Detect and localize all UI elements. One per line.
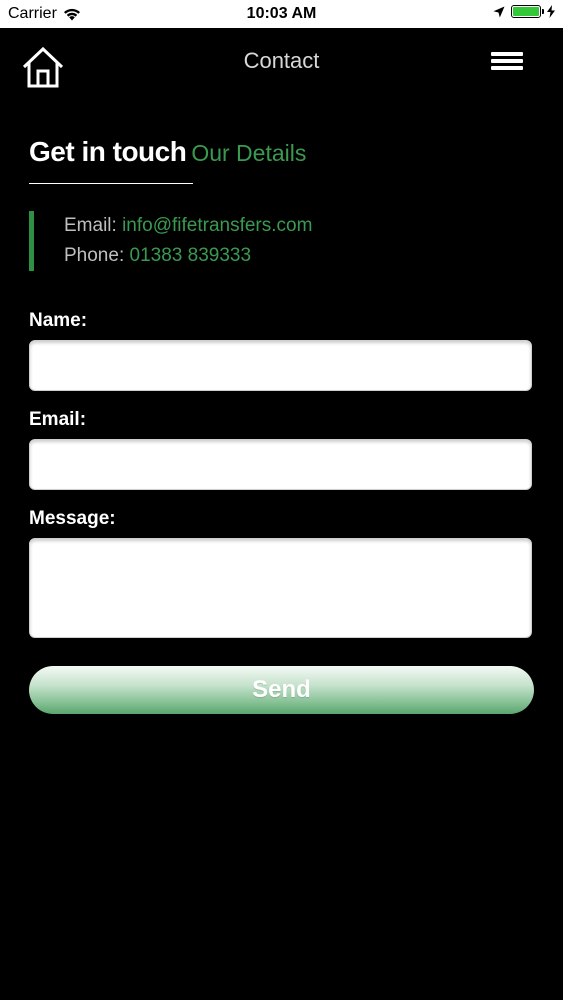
page-title: Contact	[243, 48, 320, 73]
battery-level	[513, 7, 539, 16]
hamburger-menu-icon	[491, 52, 525, 70]
phone-link[interactable]: 01383 839333	[130, 245, 252, 266]
status-time: 10:03 AM	[246, 5, 317, 22]
email-field[interactable]	[29, 439, 532, 490]
message-label: Message:	[29, 508, 116, 529]
heading-title: Get in touch	[29, 136, 187, 167]
heading-subtitle: Our Details	[191, 140, 307, 166]
message-field[interactable]	[29, 538, 532, 638]
contact-details: Email: info@fifetransfers.com Phone: 013…	[29, 211, 312, 271]
email-detail-label: Email:	[64, 215, 117, 236]
battery-icon	[511, 5, 544, 18]
location-arrow-icon	[493, 6, 505, 17]
status-right-icons	[493, 5, 555, 18]
name-field[interactable]	[29, 340, 532, 391]
status-bar: Carrier 10:03 AM	[0, 0, 563, 28]
nav-bar: Contact	[0, 28, 563, 98]
email-detail: Email: info@fifetransfers.com	[64, 211, 312, 241]
phone-detail: Phone: 01383 839333	[64, 241, 312, 271]
send-button[interactable]: Send	[29, 666, 534, 714]
menu-button[interactable]	[491, 52, 525, 74]
name-label: Name:	[29, 310, 88, 331]
email-link[interactable]: info@fifetransfers.com	[122, 215, 312, 236]
section-heading: Get in touch Our Details	[29, 136, 306, 168]
heading-underline	[29, 183, 193, 184]
email-label: Email:	[29, 409, 87, 430]
charging-bolt-icon	[547, 5, 555, 18]
phone-detail-label: Phone:	[64, 245, 125, 266]
